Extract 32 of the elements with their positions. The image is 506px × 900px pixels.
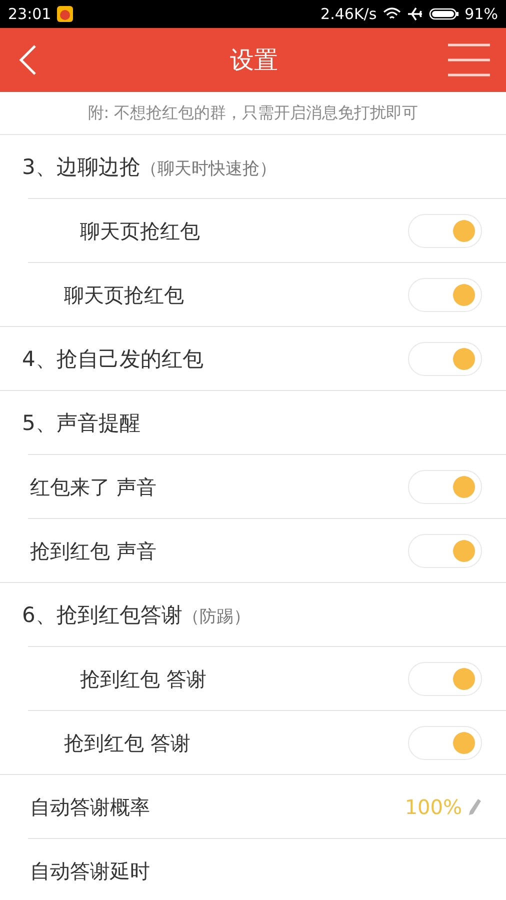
battery-icon <box>428 7 459 21</box>
setting-label: 抢到红包 答谢 <box>80 666 206 692</box>
setting-label: 自动答谢概率 <box>30 794 150 820</box>
setting-value: 100% <box>404 795 462 819</box>
toggle-switch[interactable] <box>408 726 482 760</box>
toggle-switch[interactable] <box>408 662 482 696</box>
notice-text: 附: 不想抢红包的群，只需开启消息免打扰即可 <box>0 92 506 135</box>
clock: 23:01 <box>8 5 52 23</box>
setting-label: 聊天页抢红包 <box>64 282 184 308</box>
pencil-icon[interactable] <box>468 798 482 816</box>
battery-level: 91% <box>464 5 498 23</box>
menu-icon[interactable] <box>448 43 490 77</box>
toggle-switch[interactable] <box>408 342 482 376</box>
section-title: 3、边聊边抢（聊天时快速抢） <box>22 154 276 181</box>
page-title: 设置 <box>230 45 278 76</box>
setting-label: 红包来了 声音 <box>30 474 156 500</box>
app-notification-icon <box>57 6 74 22</box>
section-title: 5、声音提醒 <box>22 410 140 437</box>
toggle-switch[interactable] <box>408 470 482 504</box>
setting-label: 自动答谢延时 <box>30 858 150 884</box>
setting-label: 抢到红包 答谢 <box>64 730 190 756</box>
toggle-switch[interactable] <box>408 534 482 568</box>
airplane-icon <box>406 7 423 21</box>
wifi-icon <box>382 7 401 21</box>
section-title: 4、抢自己发的红包 <box>22 346 204 373</box>
setting-label: 抢到红包 声音 <box>30 538 156 564</box>
toggle-switch[interactable] <box>408 214 482 248</box>
network-speed: 2.46K/s <box>320 5 377 23</box>
setting-label: 聊天页抢红包 <box>80 218 200 244</box>
section-title: 6、抢到红包答谢（防踢） <box>22 602 250 629</box>
toggle-switch[interactable] <box>408 278 482 312</box>
back-icon[interactable] <box>18 44 38 76</box>
